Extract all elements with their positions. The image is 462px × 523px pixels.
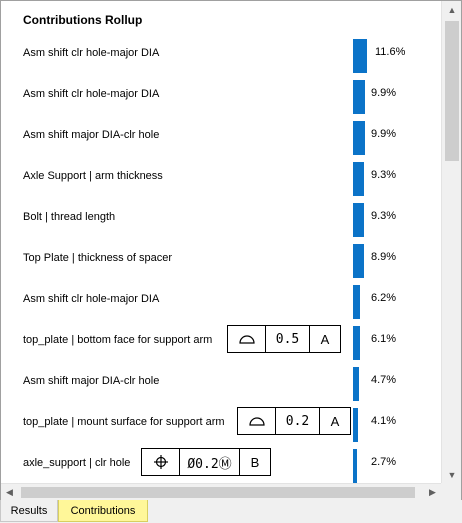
contribution-bar [353,244,364,278]
contribution-row[interactable]: Bolt | thread length 9.3% [1,195,441,237]
contribution-percent: 6.2% [371,292,397,304]
contribution-row[interactable]: Asm shift clr hole-major DIA 11.6% [1,31,441,73]
contribution-bar [353,367,359,401]
scroll-up-arrow-icon[interactable]: ▲ [442,1,462,18]
scrollbar-corner [441,483,461,500]
tab-contributions[interactable]: Contributions [58,500,148,522]
contribution-label: Asm shift clr hole-major DIA [23,88,160,100]
feature-control-frame: 0.2 A [237,407,351,435]
feature-control-frame: 0.5 A [227,325,341,353]
contribution-row[interactable]: Top Plate | thickness of spacer 8.9% [1,236,441,278]
tolerance-value: 0.2 [276,408,320,434]
contribution-row[interactable]: top_plate | mount surface for support ar… [1,400,441,442]
contribution-label: Asm shift clr hole-major DIA [23,47,160,59]
contribution-bar [353,326,360,360]
contribution-bar [353,162,364,196]
contribution-row[interactable]: axle_support | clr hole Ø0.2Ⓜ B 2.7% [1,441,441,483]
contribution-row[interactable]: Asm shift clr hole-major DIA 6.2% [1,277,441,319]
contribution-label: Bolt | thread length [23,211,116,223]
contribution-bar [353,285,360,319]
contribution-percent: 9.3% [371,210,397,222]
feature-control-frame: Ø0.2Ⓜ B [141,448,271,476]
profile-of-surface-icon [228,326,266,352]
tolerance-value: Ø0.2Ⓜ [180,449,240,475]
contribution-row[interactable]: top_plate | bottom face for support arm 0… [1,318,441,360]
contribution-label: Axle Support | arm thickness [23,170,163,182]
contribution-percent: 6.1% [371,333,397,345]
horizontal-scroll-thumb[interactable] [21,487,415,498]
contributions-panel: Contributions Rollup Asm shift clr hole-… [0,0,462,500]
vertical-scroll-thumb[interactable] [445,21,459,161]
vertical-scrollbar[interactable]: ▲ ▼ [441,1,461,483]
contribution-row[interactable]: Axle Support | arm thickness 9.3% [1,154,441,196]
contribution-bar [353,121,365,155]
tolerance-value: 0.5 [266,326,310,352]
contribution-row[interactable]: Asm shift major DIA-clr hole 9.9% [1,113,441,155]
contribution-percent: 9.3% [371,169,397,181]
panel-title: Contributions Rollup [23,13,143,27]
scroll-left-arrow-icon[interactable]: ◀ [1,484,18,501]
contribution-percent: 9.9% [371,128,397,140]
datum-reference: A [320,331,330,347]
datum-reference: A [330,413,340,429]
contribution-percent: 4.7% [371,374,397,386]
datum-reference: B [250,454,260,470]
contribution-label: Top Plate | thickness of spacer [23,252,172,264]
contribution-percent: 4.1% [371,415,397,427]
contribution-bar [353,203,364,237]
contribution-label: Asm shift clr hole-major DIA [23,293,160,305]
contribution-row[interactable]: Asm shift clr hole-major DIA 9.9% [1,72,441,114]
contribution-bar [353,408,358,442]
scroll-right-arrow-icon[interactable]: ▶ [424,484,441,501]
contribution-label: Asm shift major DIA-clr hole [23,375,160,387]
contribution-percent: 8.9% [371,251,397,263]
contribution-row[interactable]: Asm shift major DIA-clr hole 4.7% [1,359,441,401]
tab-results[interactable]: Results [0,500,58,522]
contributions-list[interactable]: Asm shift clr hole-major DIA 11.6% Asm shi… [1,31,441,483]
contribution-bar [353,449,357,483]
horizontal-scrollbar[interactable]: ◀ ▶ [1,483,441,500]
contribution-percent: 2.7% [371,456,397,468]
contribution-label: Asm shift major DIA-clr hole [23,129,160,141]
scroll-down-arrow-icon[interactable]: ▼ [442,466,462,483]
contribution-percent: 9.9% [371,87,397,99]
contribution-bar [353,39,367,73]
contribution-label: axle_support | clr hole [23,457,131,469]
contribution-label: top_plate | mount surface for support ar… [23,416,225,428]
position-icon [142,449,180,475]
profile-of-surface-icon [238,408,276,434]
contribution-label: top_plate | bottom face for support arm [23,334,213,346]
contribution-percent: 11.6% [375,46,406,58]
contribution-bar [353,80,365,114]
bottom-tab-bar: Results Contributions [0,500,462,523]
